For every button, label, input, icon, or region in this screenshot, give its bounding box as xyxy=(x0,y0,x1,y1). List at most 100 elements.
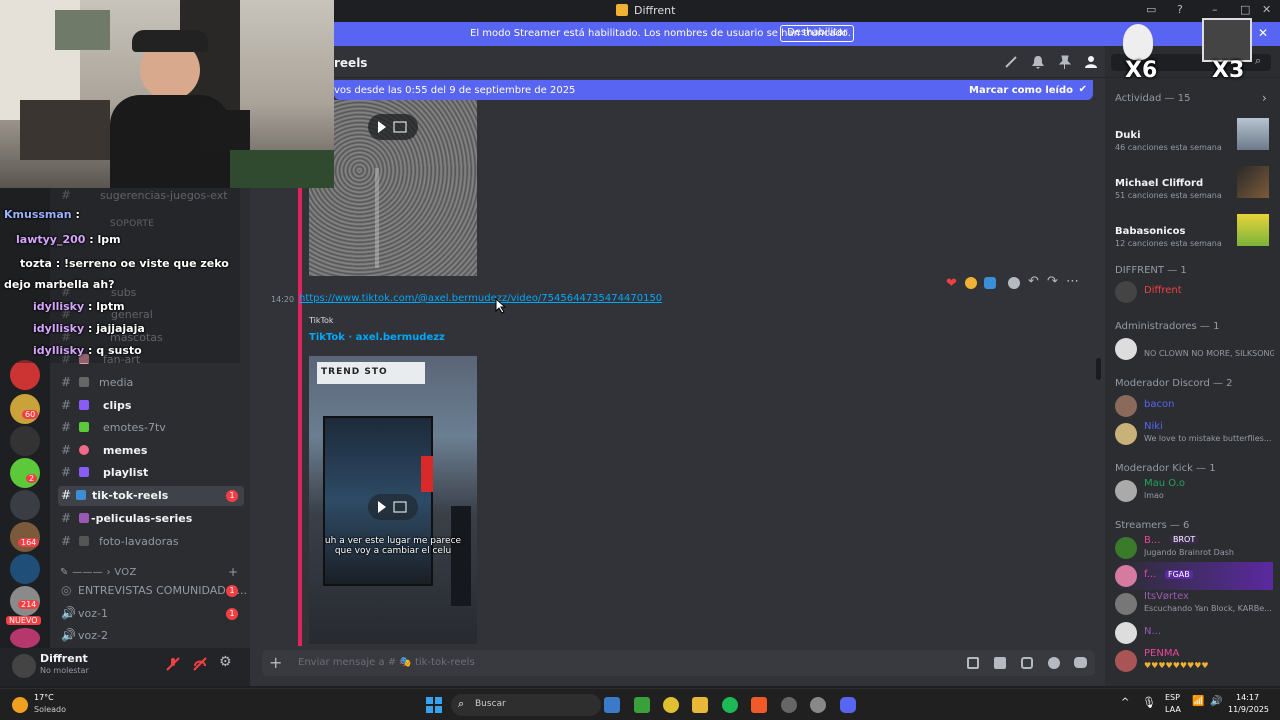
server-icon[interactable] xyxy=(10,490,40,520)
voice-channel-voz-2[interactable]: 🔊 voz-2 xyxy=(58,626,244,646)
pin-icon[interactable] xyxy=(1058,55,1072,69)
server-icon[interactable] xyxy=(10,522,40,552)
embed-title[interactable]: TikTok · axel.bermudezz xyxy=(309,332,445,343)
channel-tik-tok-reels[interactable]: # tik-tok-reels 1 xyxy=(58,486,244,506)
windows-start-icon[interactable] xyxy=(426,697,442,713)
member-item[interactable]: f... FGAB xyxy=(1113,562,1273,590)
play-button[interactable] xyxy=(368,494,418,520)
add-reaction-icon[interactable] xyxy=(1008,277,1020,289)
chrome-icon[interactable] xyxy=(663,697,679,713)
discord-icon[interactable] xyxy=(840,697,856,713)
activity-card[interactable]: Babasonicos 12 canciones esta semana xyxy=(1113,212,1273,250)
voice-channel-voz-1[interactable]: 🔊 voz-1 1 xyxy=(58,604,244,624)
maximize-button[interactable]: □ xyxy=(1240,3,1250,16)
mic-icon[interactable]: 🎙 xyxy=(1142,696,1156,709)
help-icon[interactable]: ? xyxy=(1177,3,1183,16)
obs-icon[interactable] xyxy=(810,697,826,713)
close-window-button[interactable]: ✕ xyxy=(1262,3,1271,16)
member-item[interactable]: NO CLOWN NO MORE, SILKSONG ... xyxy=(1113,335,1274,363)
channel-emoji xyxy=(76,490,86,500)
settings-gear-icon[interactable]: ⚙ xyxy=(219,654,232,670)
spotify-icon[interactable] xyxy=(722,697,738,713)
weather-desc: Soleado xyxy=(34,705,66,714)
bell-icon[interactable] xyxy=(1031,55,1045,69)
video-thumbnail[interactable] xyxy=(309,100,477,276)
member-item[interactable]: ItsVørtex Escuchando Yan Block, KARBe... xyxy=(1113,590,1273,618)
avatar[interactable] xyxy=(12,654,36,678)
server-icon[interactable] xyxy=(10,554,40,584)
member-item[interactable]: PENMA ♥♥♥♥♥♥♥♥♥ xyxy=(1113,647,1273,675)
minecraft-icon[interactable] xyxy=(634,697,650,713)
clock-time[interactable]: 14:17 xyxy=(1236,693,1259,702)
minimize-button[interactable]: – xyxy=(1212,3,1218,16)
member-status: NO CLOWN NO MORE, SILKSONG ... xyxy=(1144,349,1274,358)
activity-card[interactable]: Duki 46 canciones esta semana xyxy=(1113,116,1273,154)
play-button[interactable] xyxy=(368,114,418,140)
voice-channel-entrevistas[interactable]: ◎ ENTREVISTAS COMUNIDAD K... 1 xyxy=(58,581,247,601)
chat-user: idyllisky xyxy=(33,344,85,357)
member-item[interactable]: B... BROT Jugando Brainrot Dash xyxy=(1113,534,1273,562)
close-icon[interactable]: ✕ xyxy=(1258,26,1268,40)
threads-icon[interactable] xyxy=(1004,55,1018,69)
server-icon[interactable] xyxy=(10,458,40,488)
app-icon[interactable] xyxy=(781,697,797,713)
more-options-icon[interactable]: ⋯ xyxy=(1066,274,1079,289)
add-channel-icon[interactable]: + xyxy=(228,565,238,579)
member-item[interactable]: Diffrent xyxy=(1113,278,1273,306)
channel-foto-lavadoras[interactable]: # foto-lavadoras xyxy=(58,532,244,552)
steam-icon[interactable] xyxy=(604,697,620,713)
member-name: Niki xyxy=(1144,421,1163,432)
heart-reaction-icon[interactable]: ❤ xyxy=(946,276,957,291)
wifi-icon[interactable]: 📶 xyxy=(1192,696,1204,707)
tiktok-video-thumbnail[interactable]: TREND STO uh a ver este lugar me parece … xyxy=(309,356,477,644)
mark-read-button[interactable]: Marcar como leído xyxy=(969,85,1073,96)
gamepad-icon[interactable] xyxy=(1074,657,1087,668)
red-sign xyxy=(421,456,433,492)
taskbar-search[interactable]: ⌕ Buscar xyxy=(451,694,601,716)
member-item[interactable]: bacon xyxy=(1113,392,1273,420)
sticker-icon[interactable] xyxy=(1021,657,1033,669)
channel-emotes[interactable]: # emotes-7tv xyxy=(58,418,244,438)
chevron-up-icon[interactable]: ^ xyxy=(1121,697,1129,708)
activity-card[interactable]: Michael Clifford 51 canciones esta seman… xyxy=(1113,164,1273,202)
gift-icon[interactable] xyxy=(967,657,979,669)
user-panel: Diffrent No molestar ⚙ xyxy=(0,648,250,686)
server-icon[interactable] xyxy=(10,426,40,456)
channel-clips[interactable]: # clips xyxy=(58,396,244,416)
channel-playlist[interactable]: # playlist xyxy=(58,463,244,483)
server-icon[interactable] xyxy=(10,394,40,424)
disable-streamer-button[interactable]: Deshabilitar xyxy=(780,25,855,42)
member-item[interactable]: N... xyxy=(1113,619,1273,647)
members-list-icon[interactable] xyxy=(1084,55,1098,69)
server-icon[interactable] xyxy=(10,360,40,390)
brave-icon[interactable] xyxy=(751,697,767,713)
chevron-right-icon[interactable]: › xyxy=(1262,91,1267,105)
forward-icon[interactable]: ↷ xyxy=(1047,274,1058,289)
member-item[interactable]: Mau O.o lmao xyxy=(1113,477,1273,505)
message-composer[interactable]: + Enviar mensaje a # 🎭 tik-tok-reels xyxy=(262,650,1095,676)
member-item[interactable]: Niki We love to mistake butterflies... xyxy=(1113,420,1273,448)
file-explorer-icon[interactable] xyxy=(692,697,708,713)
headphones-muted-icon[interactable] xyxy=(193,657,207,671)
attach-plus-icon[interactable]: + xyxy=(269,653,282,672)
category-voz[interactable]: ✎ ——— › VOZ xyxy=(60,567,137,578)
channel-header: reels xyxy=(250,46,1105,78)
volume-icon[interactable]: 🔊 xyxy=(1210,696,1222,707)
gif-icon[interactable] xyxy=(994,657,1006,669)
channel-peliculas-series[interactable]: # -peliculas-series xyxy=(58,509,244,529)
channel-memes[interactable]: # memes xyxy=(58,441,244,461)
lang-code[interactable]: ESP xyxy=(1165,693,1180,702)
inbox-icon[interactable]: ▭ xyxy=(1146,3,1156,16)
member-tag: FGAB xyxy=(1165,570,1193,579)
reply-icon[interactable]: ↶ xyxy=(1028,274,1039,289)
server-icon[interactable] xyxy=(10,628,40,648)
scrollbar-thumb[interactable] xyxy=(1096,358,1101,380)
mic-muted-icon[interactable] xyxy=(166,657,180,671)
message-link[interactable]: https://www.tiktok.com/@axel.bermudezz/v… xyxy=(299,293,662,304)
weather-icon[interactable] xyxy=(12,697,28,713)
channel-media[interactable]: # media xyxy=(58,373,244,393)
sticker-reaction-icon[interactable] xyxy=(984,277,996,289)
new-messages-bar[interactable]: vos desde las 0:55 del 9 de septiembre d… xyxy=(334,80,1093,100)
emoji-icon[interactable] xyxy=(1048,657,1060,669)
emoji-reaction-icon[interactable] xyxy=(965,277,977,289)
